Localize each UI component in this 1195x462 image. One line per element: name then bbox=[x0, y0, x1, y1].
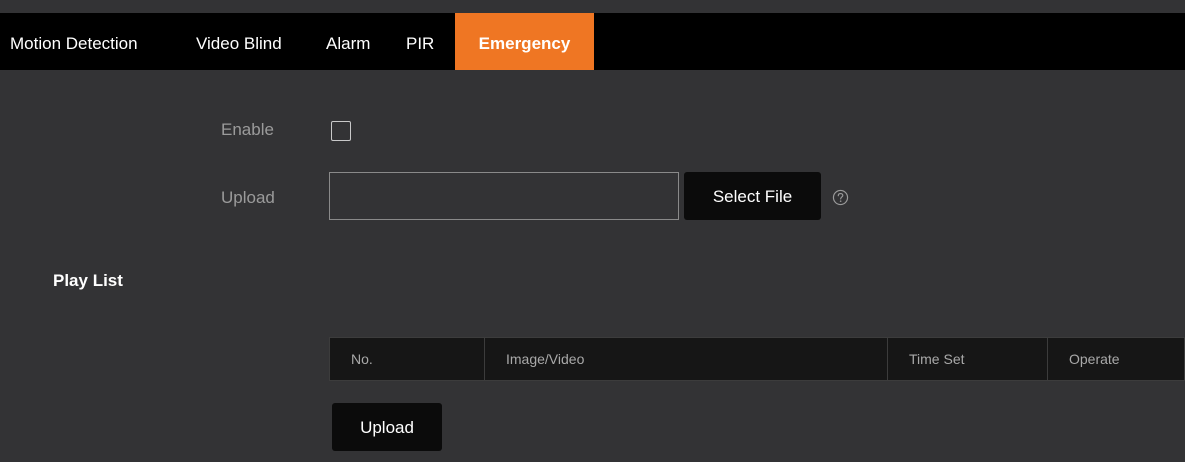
select-file-button[interactable]: Select File bbox=[684, 172, 821, 220]
enable-label: Enable bbox=[221, 120, 274, 139]
enable-checkbox[interactable] bbox=[331, 121, 351, 141]
tab-pir[interactable]: PIR bbox=[406, 13, 434, 70]
column-header-image-video: Image/Video bbox=[506, 351, 585, 367]
upload-label: Upload bbox=[221, 188, 275, 207]
tab-video-blind[interactable]: Video Blind bbox=[196, 13, 282, 70]
emergency-settings-panel: Motion Detection Video Blind Alarm PIR E… bbox=[0, 0, 1185, 462]
tab-bar: Motion Detection Video Blind Alarm PIR E… bbox=[0, 13, 1185, 70]
playlist-title: Play List bbox=[53, 271, 123, 290]
upload-file-path-field[interactable] bbox=[329, 172, 679, 220]
tab-motion-detection[interactable]: Motion Detection bbox=[10, 13, 138, 70]
upload-button[interactable]: Upload bbox=[332, 403, 442, 451]
column-header-time-set: Time Set bbox=[909, 351, 965, 367]
playlist-table-header: No. Image/Video Time Set Operate bbox=[329, 337, 1185, 381]
tab-alarm[interactable]: Alarm bbox=[326, 13, 370, 70]
tab-emergency[interactable]: Emergency bbox=[455, 13, 594, 70]
column-header-operate: Operate bbox=[1069, 351, 1120, 367]
question-circle-icon[interactable] bbox=[832, 189, 849, 206]
column-header-number: No. bbox=[351, 351, 373, 367]
